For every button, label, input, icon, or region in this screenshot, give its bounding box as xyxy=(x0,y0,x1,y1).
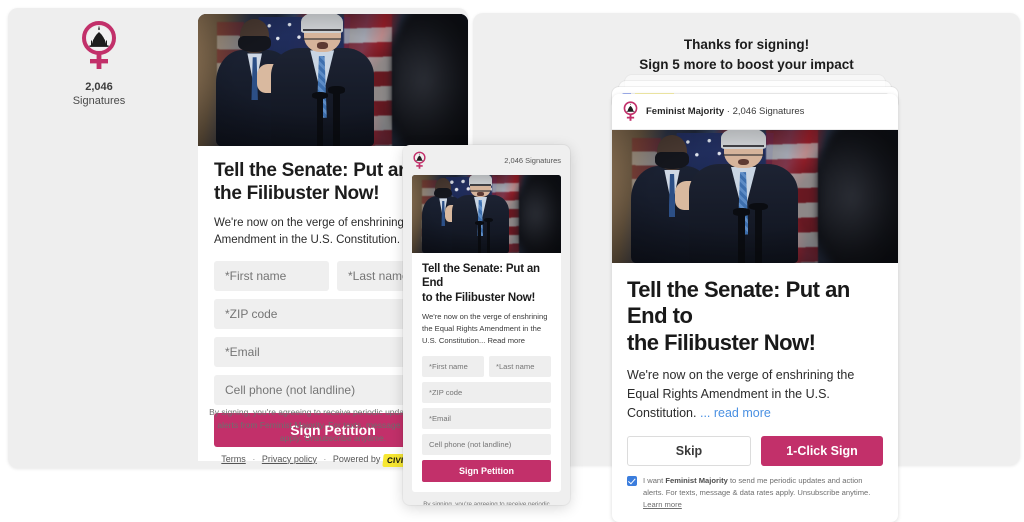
terms-link[interactable]: Terms xyxy=(221,454,246,464)
modal-actions: Skip 1-Click Sign xyxy=(612,423,898,467)
petition-description-line2: Amendment in the U.S. Constitution. xyxy=(214,234,401,247)
modal-title: Tell the Senate: Put an End to the Filibu… xyxy=(627,277,883,356)
mobile-sign-petition-button[interactable]: Sign Petition xyxy=(422,459,551,482)
mobile-copy: Tell the Senate: Put an End to the Filibu… xyxy=(412,253,561,348)
modal-org-line: Feminist Majority · 2,046 Signatures xyxy=(646,106,804,117)
modal-separator: · xyxy=(726,106,730,117)
one-click-sign-modal: Feminist Majority · 2,046 Signatures Tel… xyxy=(612,94,898,522)
feminist-majority-logo-icon xyxy=(412,151,427,170)
modal-title-line1: Tell the Senate: Put an End to xyxy=(627,277,850,329)
mobile-card-header: 2,046 Signatures xyxy=(403,145,570,175)
mobile-description-text: We're now on the verge of enshrining the… xyxy=(422,311,548,346)
privacy-policy-link[interactable]: Privacy policy xyxy=(262,454,317,464)
footer-dot-2: · xyxy=(323,453,327,464)
consent-checkbox[interactable] xyxy=(627,476,637,487)
mobile-email-input[interactable] xyxy=(422,407,551,429)
mobile-disclaimer-part1: By signing, you're agreeing to receive p… xyxy=(423,500,550,505)
screenshot-stage: 2,046 Signatures Tell the Senate: Put an… xyxy=(0,0,1024,522)
mobile-title-line1: Tell the Senate: Put an End xyxy=(422,263,540,290)
mobile-cell-phone-input[interactable] xyxy=(422,433,551,455)
mobile-petition-inner: Tell the Senate: Put an End to the Filibu… xyxy=(412,175,561,492)
mobile-description: We're now on the verge of enshrining the… xyxy=(422,311,551,348)
mobile-petition-card: 2,046 Signatures Tell the Senate: Put an… xyxy=(403,145,570,505)
first-name-input[interactable] xyxy=(214,261,329,292)
signature-count: 2,046 xyxy=(85,81,113,93)
mobile-title: Tell the Senate: Put an End to the Filibu… xyxy=(422,262,551,305)
signature-label: Signatures xyxy=(72,94,126,107)
learn-more-link[interactable]: Learn more xyxy=(643,500,682,509)
mobile-last-name-input[interactable] xyxy=(489,355,551,377)
mobile-first-name-input[interactable] xyxy=(422,355,484,377)
mobile-signature-count: 2,046 Signatures xyxy=(504,156,561,165)
footer-dot-1: · xyxy=(252,453,256,464)
mobile-title-line2: to the Filibuster Now! xyxy=(422,291,536,304)
one-click-sign-button[interactable]: 1-Click Sign xyxy=(761,436,883,467)
thank-you-subtitle: Sign 5 more to boost your impact xyxy=(639,56,854,72)
modal-copy: Tell the Senate: Put an End to the Filibu… xyxy=(612,263,898,423)
powered-by-label: Powered by xyxy=(332,453,381,464)
page-title-line2: the Filibuster Now! xyxy=(214,182,380,204)
consent-brand: Feminist Majority xyxy=(665,476,728,486)
thank-you-title: Thanks for signing! xyxy=(683,37,810,52)
modal-hero-image xyxy=(612,130,898,263)
thank-you-header: Thanks for signing! Sign 5 more to boost… xyxy=(473,35,1020,74)
consent-row[interactable]: I want Feminist Majority to send me peri… xyxy=(612,466,898,522)
mobile-zip-code-input[interactable] xyxy=(422,381,551,403)
brand-block: 2,046 Signatures xyxy=(8,20,190,109)
modal-signature-count: 2,046 Signatures xyxy=(732,106,805,117)
feminist-majority-logo-icon xyxy=(622,101,639,122)
modal-description: We're now on the verge of enshrining the… xyxy=(627,366,883,423)
mobile-footer-disclaimer: By signing, you're agreeing to receive p… xyxy=(403,492,570,505)
modal-read-more-link[interactable]: ... read more xyxy=(700,406,771,420)
mobile-read-more-link[interactable]: Read more xyxy=(487,336,525,345)
consent-text: I want Feminist Majority to send me peri… xyxy=(643,475,883,510)
petition-hero-image xyxy=(198,14,468,146)
modal-title-line2: the Filibuster Now! xyxy=(627,329,816,355)
modal-org-name: Feminist Majority xyxy=(646,106,725,117)
consent-text-part1: I want xyxy=(643,476,666,486)
mobile-petition-form: Sign Petition xyxy=(412,348,561,492)
skip-button[interactable]: Skip xyxy=(627,436,751,467)
mobile-hero-image xyxy=(412,175,561,253)
desktop-petition-card: 2,046 Signatures Tell the Senate: Put an… xyxy=(8,8,468,468)
feminist-majority-logo-icon xyxy=(78,20,120,72)
modal-header: Feminist Majority · 2,046 Signatures xyxy=(612,94,898,130)
left-sidebar: 2,046 Signatures xyxy=(8,8,190,468)
